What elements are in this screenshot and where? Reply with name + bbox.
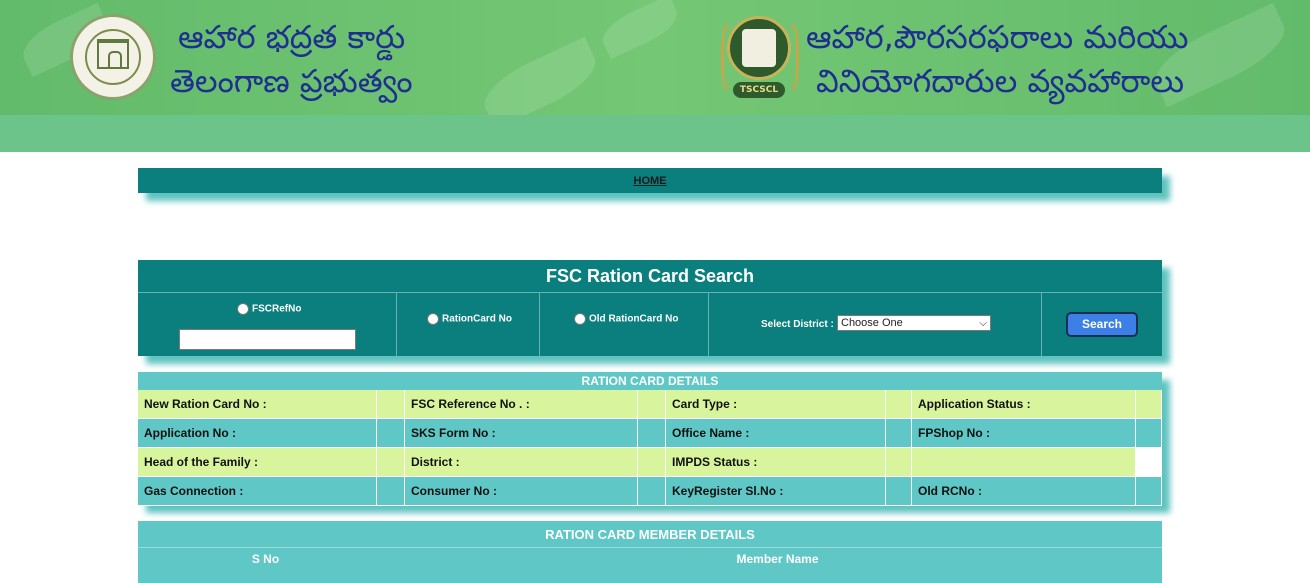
details-row: Gas Connection : Consumer No : KeyRegister… xyxy=(138,477,1162,506)
details-value xyxy=(1136,477,1162,506)
details-label: Consumer No : xyxy=(405,477,638,506)
details-label xyxy=(912,448,1136,477)
tscscl-seal-center xyxy=(742,29,776,67)
header-title-right-line1: ఆహార,పౌరసరఫరాలు మరియు xyxy=(806,18,1189,56)
details-label: KeyRegister Sl.No : xyxy=(666,477,886,506)
details-label: Office Name : xyxy=(666,419,886,448)
search-button[interactable]: Search xyxy=(1066,312,1138,337)
nav-home-link[interactable]: HOME xyxy=(634,175,667,187)
header-band xyxy=(0,115,1310,152)
header-title-left-line2: తెలంగాణ ప్రభుత్వం xyxy=(170,62,413,100)
details-row: Application No : SKS Form No : Office Name… xyxy=(138,419,1162,448)
member-details-title: RATION CARD MEMBER DETAILS xyxy=(138,521,1162,548)
search-button-cell: Search xyxy=(1042,293,1162,356)
details-value xyxy=(1136,448,1162,477)
site-header: ఆహార భద్రత కార్డు తెలంగాణ ప్రభుత్వం TSCS… xyxy=(0,0,1310,152)
column-header-s-no: S No xyxy=(251,552,280,566)
fscrefno-label: FSCRefNo xyxy=(252,303,302,315)
details-label: District : xyxy=(405,448,638,477)
fscrefno-radio[interactable] xyxy=(237,303,249,315)
fscrefno-option: FSCRefNo xyxy=(237,303,301,315)
ration-card-details-title: RATION CARD DETAILS xyxy=(138,372,1162,390)
tscscl-logo: TSCSCL xyxy=(721,14,799,102)
details-value xyxy=(377,477,405,506)
leaf-decoration xyxy=(596,0,684,60)
details-label: IMPDS Status : xyxy=(666,448,886,477)
details-value xyxy=(377,419,405,448)
details-value xyxy=(1136,419,1162,448)
tscscl-badge: TSCSCL xyxy=(733,82,785,98)
rationcard-cell: RationCard No xyxy=(397,293,540,356)
rationcard-option: RationCard No xyxy=(427,313,512,325)
rationcard-label: RationCard No xyxy=(442,313,512,325)
details-label: FSC Reference No . : xyxy=(405,390,638,419)
ration-card-details: RATION CARD DETAILS New Ration Card No :… xyxy=(138,372,1162,506)
details-label: Gas Connection : xyxy=(138,477,377,506)
district-label: Select District : xyxy=(761,319,834,330)
district-select[interactable]: Choose One ⌵ xyxy=(837,315,991,331)
details-label: Application Status : xyxy=(912,390,1136,419)
search-panel: FSC Ration Card Search FSCRefNo RationCa… xyxy=(138,260,1162,356)
wheat-icon xyxy=(789,24,799,90)
details-label: Old RCNo : xyxy=(912,477,1136,506)
old-rationcard-label: Old RationCard No xyxy=(589,313,679,325)
details-value xyxy=(638,448,666,477)
member-details: RATION CARD MEMBER DETAILS S No Member N… xyxy=(138,521,1162,583)
details-value xyxy=(638,477,666,506)
details-value xyxy=(377,448,405,477)
fscrefno-cell: FSCRefNo xyxy=(138,293,397,356)
emblem-gate-icon xyxy=(97,39,129,69)
details-value xyxy=(886,390,912,419)
district-select-value: Choose One xyxy=(841,317,903,329)
old-rationcard-option: Old RationCard No xyxy=(574,313,678,325)
details-label: SKS Form No : xyxy=(405,419,638,448)
details-label: Head of the Family : xyxy=(138,448,377,477)
details-value xyxy=(1136,390,1162,419)
district-cell: Select District : Choose One ⌵ xyxy=(709,293,1042,356)
header-title-left-line1: ఆహార భద్రత కార్డు xyxy=(178,18,406,56)
column-header-member-name: Member Name xyxy=(736,552,819,566)
details-value xyxy=(638,419,666,448)
details-value xyxy=(886,477,912,506)
chevron-down-icon: ⌵ xyxy=(979,318,987,329)
details-value xyxy=(886,419,912,448)
details-label: New Ration Card No : xyxy=(138,390,377,419)
details-label: Card Type : xyxy=(666,390,886,419)
details-value xyxy=(886,448,912,477)
search-panel-title: FSC Ration Card Search xyxy=(138,260,1162,293)
fscrefno-input[interactable] xyxy=(179,329,356,350)
tscscl-seal xyxy=(727,16,791,80)
old-rationcard-radio[interactable] xyxy=(574,313,586,325)
details-row: Head of the Family : District : IMPDS Stat… xyxy=(138,448,1162,477)
details-value xyxy=(638,390,666,419)
details-row: New Ration Card No : FSC Reference No . :… xyxy=(138,390,1162,419)
telangana-emblem-logo xyxy=(70,14,156,100)
nav-bar: HOME xyxy=(138,168,1162,193)
header-title-right-line2: వినియోగదారుల వ్యవహారాలు xyxy=(816,62,1185,100)
details-value xyxy=(377,390,405,419)
rationcard-radio[interactable] xyxy=(427,313,439,325)
details-label: Application No : xyxy=(138,419,377,448)
old-rationcard-cell: Old RationCard No xyxy=(540,293,709,356)
details-label: FPShop No : xyxy=(912,419,1136,448)
